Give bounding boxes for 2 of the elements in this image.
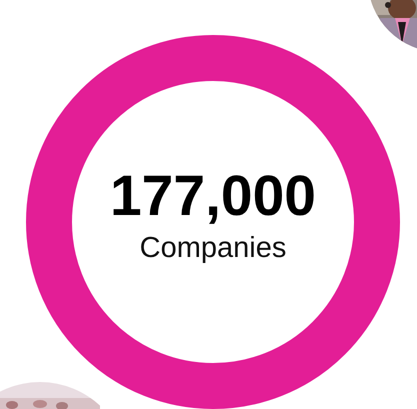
stat-value: 177,000	[110, 168, 316, 225]
stat-label: Companies	[140, 233, 286, 265]
